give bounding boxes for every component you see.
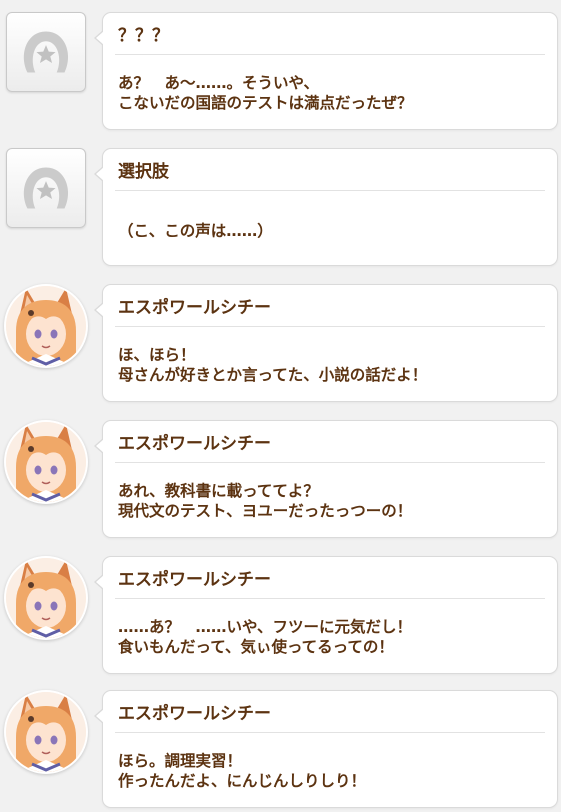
horseshoe-star-icon: [23, 31, 69, 73]
log-entry: エスポワールシチー ……あ？ ……いや、フツーに元気だし！ 食いもんだって、気ぃ…: [0, 556, 561, 678]
message-line: ……あ？ ……いや、フツーに元気だし！: [118, 618, 413, 636]
divider: [115, 462, 545, 463]
bubble-tail: [94, 574, 104, 590]
message-line: 作ったんだよ、にんじんしりしり！: [118, 772, 367, 790]
dialogue-log: ？？？ あ？ あ～……。そういや、 こないだの国語のテストは満点だったぜ？ 選択…: [0, 0, 561, 812]
bubble-tail: [94, 30, 104, 46]
character-avatar: [4, 420, 88, 504]
speaker-name: 選択肢: [118, 162, 169, 182]
divider: [115, 190, 545, 191]
speaker-name: エスポワールシチー: [118, 298, 271, 318]
log-entry: エスポワールシチー ほ、ほら！ 母さんが好きとか言ってた、小説の話だよ！: [0, 284, 561, 406]
bubble-tail: [94, 166, 104, 182]
message-bubble: エスポワールシチー ほ、ほら！ 母さんが好きとか言ってた、小説の話だよ！: [94, 284, 558, 402]
message-text: あれ、教科書に載っててよ？ 現代文のテスト、ヨユーだったっつーの！: [118, 481, 538, 521]
speaker-name: ？？？: [118, 26, 169, 46]
message-line: 食いもんだって、気ぃ使ってるっての！: [118, 638, 394, 656]
message-bubble: エスポワールシチー あれ、教科書に載っててよ？ 現代文のテスト、ヨユーだったっつ…: [94, 420, 558, 538]
message-line: （こ、この声は……）: [118, 222, 273, 240]
message-line: あれ、教科書に載っててよ？: [118, 482, 319, 500]
message-text: （こ、この声は……）: [118, 221, 538, 241]
divider: [115, 732, 545, 733]
bubble-tail: [94, 708, 104, 724]
log-entry: エスポワールシチー ほら。調理実習！ 作ったんだよ、にんじんしりしり！: [0, 690, 561, 812]
placeholder-avatar: [6, 12, 86, 92]
character-avatar: [4, 690, 88, 774]
message-line: ほら。調理実習！: [118, 752, 243, 770]
message-text: ほら。調理実習！ 作ったんだよ、にんじんしりしり！: [118, 751, 538, 791]
message-text: ……あ？ ……いや、フツーに元気だし！ 食いもんだって、気ぃ使ってるっての！: [118, 617, 538, 657]
log-entry: 選択肢 （こ、この声は……）: [0, 148, 561, 270]
character-portrait-icon: [6, 558, 86, 638]
message-bubble: 選択肢 （こ、この声は……）: [94, 148, 558, 266]
character-portrait-icon: [6, 422, 86, 502]
log-entry: ？？？ あ？ あ～……。そういや、 こないだの国語のテストは満点だったぜ？: [0, 12, 561, 134]
speaker-name: エスポワールシチー: [118, 704, 271, 724]
horseshoe-star-icon: [23, 167, 69, 209]
message-line: ほ、ほら！: [118, 346, 196, 364]
message-bubble: エスポワールシチー ……あ？ ……いや、フツーに元気だし！ 食いもんだって、気ぃ…: [94, 556, 558, 674]
log-entry: エスポワールシチー あれ、教科書に載っててよ？ 現代文のテスト、ヨユーだったっつ…: [0, 420, 561, 542]
divider: [115, 326, 545, 327]
divider: [115, 598, 545, 599]
speaker-name: エスポワールシチー: [118, 434, 271, 454]
character-avatar: [4, 284, 88, 368]
character-avatar: [4, 556, 88, 640]
bubble-tail: [94, 438, 104, 454]
placeholder-avatar: [6, 148, 86, 228]
message-bubble: ？？？ あ？ あ～……。そういや、 こないだの国語のテストは満点だったぜ？: [94, 12, 558, 130]
message-line: こないだの国語のテストは満点だったぜ？: [118, 94, 413, 112]
message-text: あ？ あ～……。そういや、 こないだの国語のテストは満点だったぜ？: [118, 73, 538, 113]
message-bubble: エスポワールシチー ほら。調理実習！ 作ったんだよ、にんじんしりしり！: [94, 690, 558, 808]
character-portrait-icon: [6, 692, 86, 772]
message-text: ほ、ほら！ 母さんが好きとか言ってた、小説の話だよ！: [118, 345, 538, 385]
divider: [115, 54, 545, 55]
message-line: 母さんが好きとか言ってた、小説の話だよ！: [118, 366, 428, 384]
speaker-name: エスポワールシチー: [118, 570, 271, 590]
message-line: 現代文のテスト、ヨユーだったっつーの！: [118, 502, 413, 520]
bubble-tail: [94, 302, 104, 318]
message-line: あ？ あ～……。そういや、: [118, 74, 320, 92]
character-portrait-icon: [6, 286, 86, 366]
